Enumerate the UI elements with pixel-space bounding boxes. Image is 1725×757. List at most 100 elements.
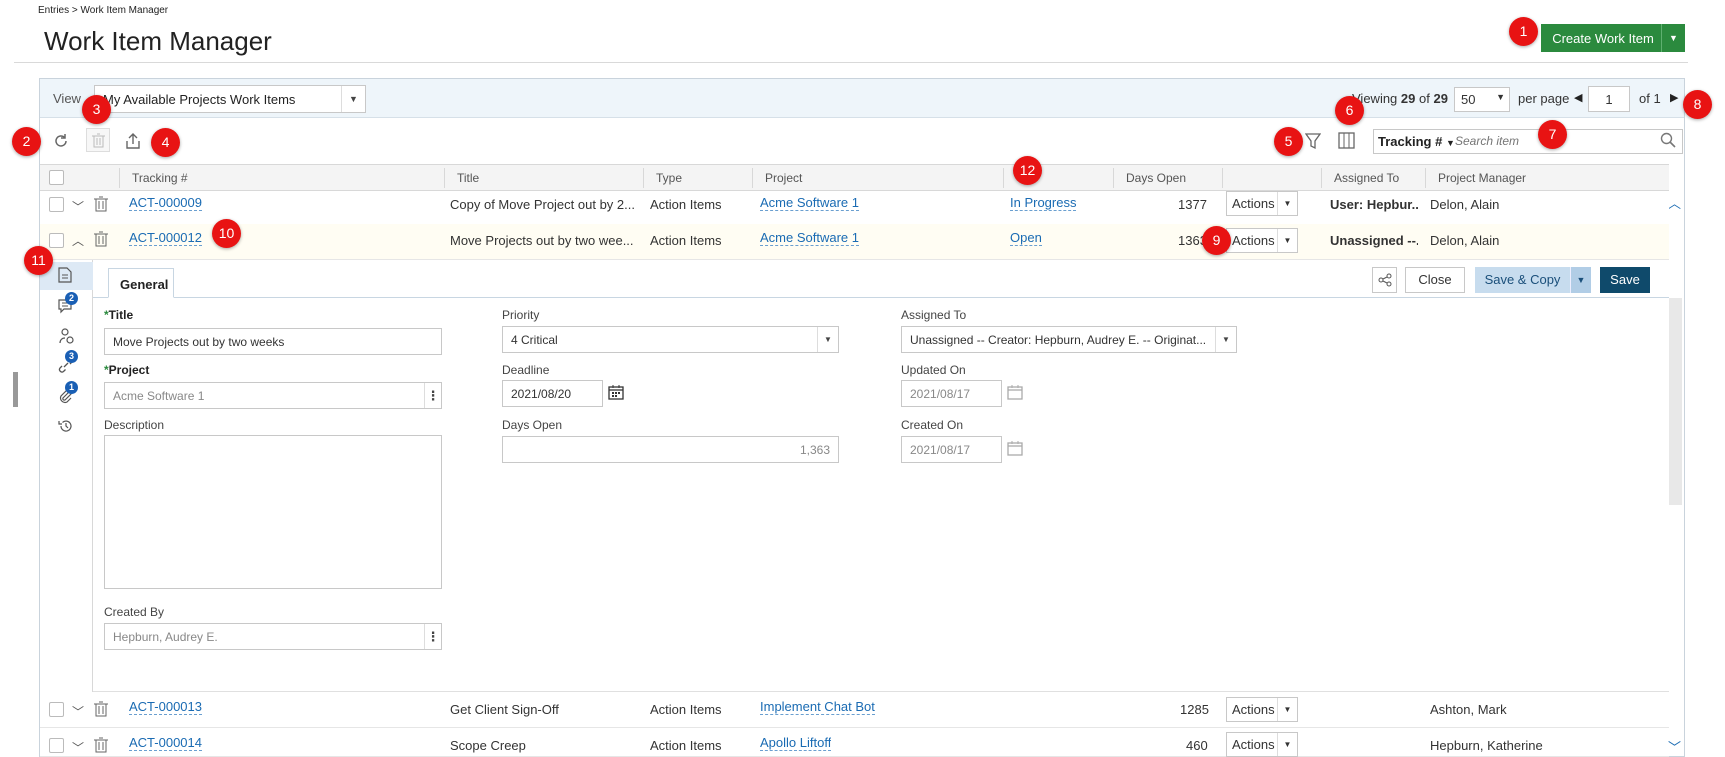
col-assigned-to[interactable]: Assigned To bbox=[1321, 168, 1419, 188]
document-icon[interactable] bbox=[58, 267, 72, 287]
row-days-open: 1285 bbox=[1180, 702, 1209, 717]
calendar-icon bbox=[1007, 384, 1023, 404]
save-copy-dropdown-icon[interactable]: ▼ bbox=[1570, 267, 1591, 293]
prev-page-icon[interactable]: ◀ bbox=[1574, 91, 1582, 104]
viewing-count: Viewing 29 of 29 bbox=[1352, 91, 1448, 106]
calendar-icon[interactable] bbox=[608, 384, 624, 404]
search-icon[interactable] bbox=[1660, 132, 1676, 151]
row-checkbox[interactable] bbox=[49, 702, 64, 717]
tab-strip-divider bbox=[93, 297, 1669, 298]
share-button[interactable] bbox=[1372, 267, 1397, 293]
row-checkbox[interactable] bbox=[49, 233, 64, 248]
more-icon[interactable]: ⋮ bbox=[424, 624, 441, 649]
deadline-field[interactable]: 2021/08/20 bbox=[502, 380, 603, 407]
search-field-select[interactable]: Tracking # ▼ bbox=[1378, 134, 1455, 149]
project-link[interactable]: Acme Software 1 bbox=[760, 195, 859, 211]
status-link[interactable]: In Progress bbox=[1010, 195, 1077, 211]
expand-row-icon[interactable]: ﹀ bbox=[72, 703, 84, 720]
create-work-item-label: Create Work Item bbox=[1552, 30, 1654, 46]
row-project-manager: Hepburn, Katherine bbox=[1430, 738, 1543, 753]
title-field[interactable]: Move Projects out by two weeks bbox=[104, 328, 442, 355]
trash-icon[interactable] bbox=[94, 737, 108, 757]
trash-icon[interactable] bbox=[94, 701, 108, 721]
tracking-link[interactable]: ACT-000013 bbox=[129, 699, 202, 715]
col-tracking[interactable]: Tracking # bbox=[119, 168, 437, 188]
view-select[interactable]: My Available Projects Work Items ▼ bbox=[94, 85, 366, 113]
scroll-down-icon[interactable]: ﹀ bbox=[1668, 737, 1681, 756]
page-input[interactable]: 1 bbox=[1588, 86, 1630, 112]
row-type: Action Items bbox=[650, 738, 722, 753]
created-by-value: Hepburn, Audrey E. bbox=[113, 630, 218, 644]
project-link[interactable]: Implement Chat Bot bbox=[760, 699, 875, 715]
per-page-label: per page bbox=[1518, 91, 1570, 106]
description-textarea[interactable] bbox=[104, 435, 442, 589]
col-type[interactable]: Type bbox=[643, 168, 748, 188]
filter-icon[interactable] bbox=[1304, 133, 1322, 155]
collapse-row-icon[interactable]: ︿ bbox=[72, 232, 84, 249]
save-copy-button[interactable]: Save & Copy bbox=[1475, 267, 1570, 293]
callout-marker: 6 bbox=[1335, 96, 1364, 125]
workflow-icon[interactable] bbox=[58, 328, 74, 348]
project-link[interactable]: Apollo Liftoff bbox=[760, 735, 832, 751]
tab-general[interactable]: General bbox=[108, 268, 174, 298]
history-icon[interactable] bbox=[58, 418, 74, 438]
search-field-value: Tracking # bbox=[1378, 134, 1443, 149]
refresh-icon[interactable] bbox=[52, 132, 70, 155]
save-button[interactable]: Save bbox=[1600, 267, 1650, 293]
delete-selected-button[interactable] bbox=[86, 128, 110, 152]
col-project[interactable]: Project bbox=[752, 168, 996, 188]
col-actions bbox=[1222, 168, 1318, 188]
priority-value: 4 Critical bbox=[511, 333, 558, 347]
row-project-manager: Delon, Alain bbox=[1430, 233, 1500, 248]
project-field-value: Acme Software 1 bbox=[113, 389, 205, 403]
callout-marker: 1 bbox=[1509, 17, 1538, 46]
row-actions-button[interactable]: Actions ▼ bbox=[1226, 697, 1298, 722]
viewing-total: 29 bbox=[1433, 91, 1448, 106]
columns-icon[interactable] bbox=[1338, 132, 1355, 154]
links-badge: 3 bbox=[65, 350, 78, 363]
row-checkbox[interactable] bbox=[49, 197, 64, 212]
row-type: Action Items bbox=[650, 197, 722, 212]
attachments-badge: 1 bbox=[65, 381, 78, 394]
more-icon[interactable]: ⋮ bbox=[424, 383, 441, 408]
select-all-checkbox[interactable] bbox=[49, 170, 64, 185]
expand-row-icon[interactable]: ﹀ bbox=[72, 198, 84, 215]
project-field[interactable]: Acme Software 1 ⋮ bbox=[104, 382, 442, 409]
callout-marker: 2 bbox=[12, 127, 41, 156]
table-row[interactable] bbox=[40, 728, 1669, 757]
export-icon[interactable] bbox=[124, 132, 142, 155]
next-page-icon[interactable]: ▶ bbox=[1670, 91, 1678, 104]
assigned-to-select[interactable]: Unassigned -- Creator: Hepburn, Audrey E… bbox=[901, 326, 1237, 353]
row-checkbox[interactable] bbox=[49, 738, 64, 753]
row-actions-button[interactable]: Actions ▼ bbox=[1226, 228, 1298, 253]
row-assigned: Unassigned --... bbox=[1330, 233, 1418, 248]
row-actions-button[interactable]: Actions ▼ bbox=[1226, 732, 1298, 757]
col-days-open[interactable]: Days Open bbox=[1113, 168, 1216, 188]
col-project-manager[interactable]: Project Manager bbox=[1425, 168, 1669, 188]
header-divider bbox=[14, 62, 1688, 63]
callout-marker: 5 bbox=[1274, 127, 1303, 156]
create-work-item-button[interactable]: Create Work Item ▼ bbox=[1541, 24, 1685, 52]
sidebar-resize-handle[interactable] bbox=[13, 372, 18, 407]
close-button[interactable]: Close bbox=[1405, 267, 1465, 293]
trash-icon[interactable] bbox=[94, 196, 108, 216]
tracking-link[interactable]: ACT-000009 bbox=[129, 195, 202, 211]
scroll-up-icon[interactable]: ︿ bbox=[1668, 193, 1681, 212]
create-dropdown-icon[interactable]: ▼ bbox=[1661, 24, 1685, 52]
chevron-down-icon: ▼ bbox=[817, 327, 838, 352]
project-label: *Project bbox=[104, 363, 150, 377]
priority-select[interactable]: 4 Critical ▼ bbox=[502, 326, 839, 353]
days-open-field: 1,363 bbox=[502, 436, 839, 463]
tracking-link[interactable]: ACT-000012 bbox=[129, 230, 202, 246]
per-page-select[interactable]: 50 ▼ bbox=[1454, 87, 1510, 112]
row-actions-button[interactable]: Actions ▼ bbox=[1226, 191, 1298, 216]
project-link[interactable]: Acme Software 1 bbox=[760, 230, 859, 246]
expand-row-icon[interactable]: ﹀ bbox=[72, 739, 84, 756]
status-link[interactable]: Open bbox=[1010, 230, 1042, 246]
col-title[interactable]: Title bbox=[444, 168, 640, 188]
created-by-field[interactable]: Hepburn, Audrey E. ⋮ bbox=[104, 623, 442, 650]
detail-scrollbar[interactable] bbox=[1669, 298, 1682, 505]
trash-icon[interactable] bbox=[94, 231, 108, 251]
tracking-link[interactable]: ACT-000014 bbox=[129, 735, 202, 751]
chevron-down-icon: ▼ bbox=[341, 86, 365, 112]
